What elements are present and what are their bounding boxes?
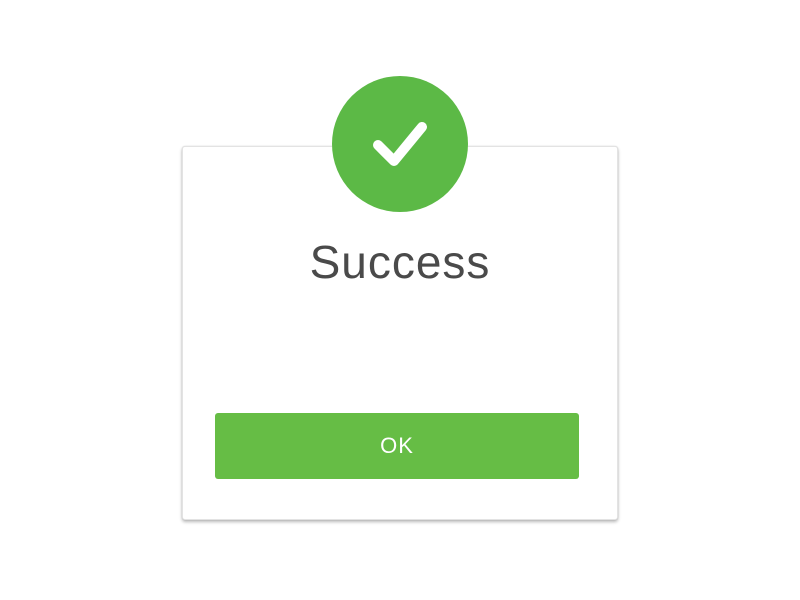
dialog-title: Success xyxy=(309,236,491,288)
success-badge xyxy=(332,76,468,212)
dialog-message xyxy=(215,318,585,342)
checkmark-icon xyxy=(373,122,427,166)
screen-background: Success OK xyxy=(0,0,800,600)
ok-button[interactable]: OK xyxy=(215,413,579,479)
